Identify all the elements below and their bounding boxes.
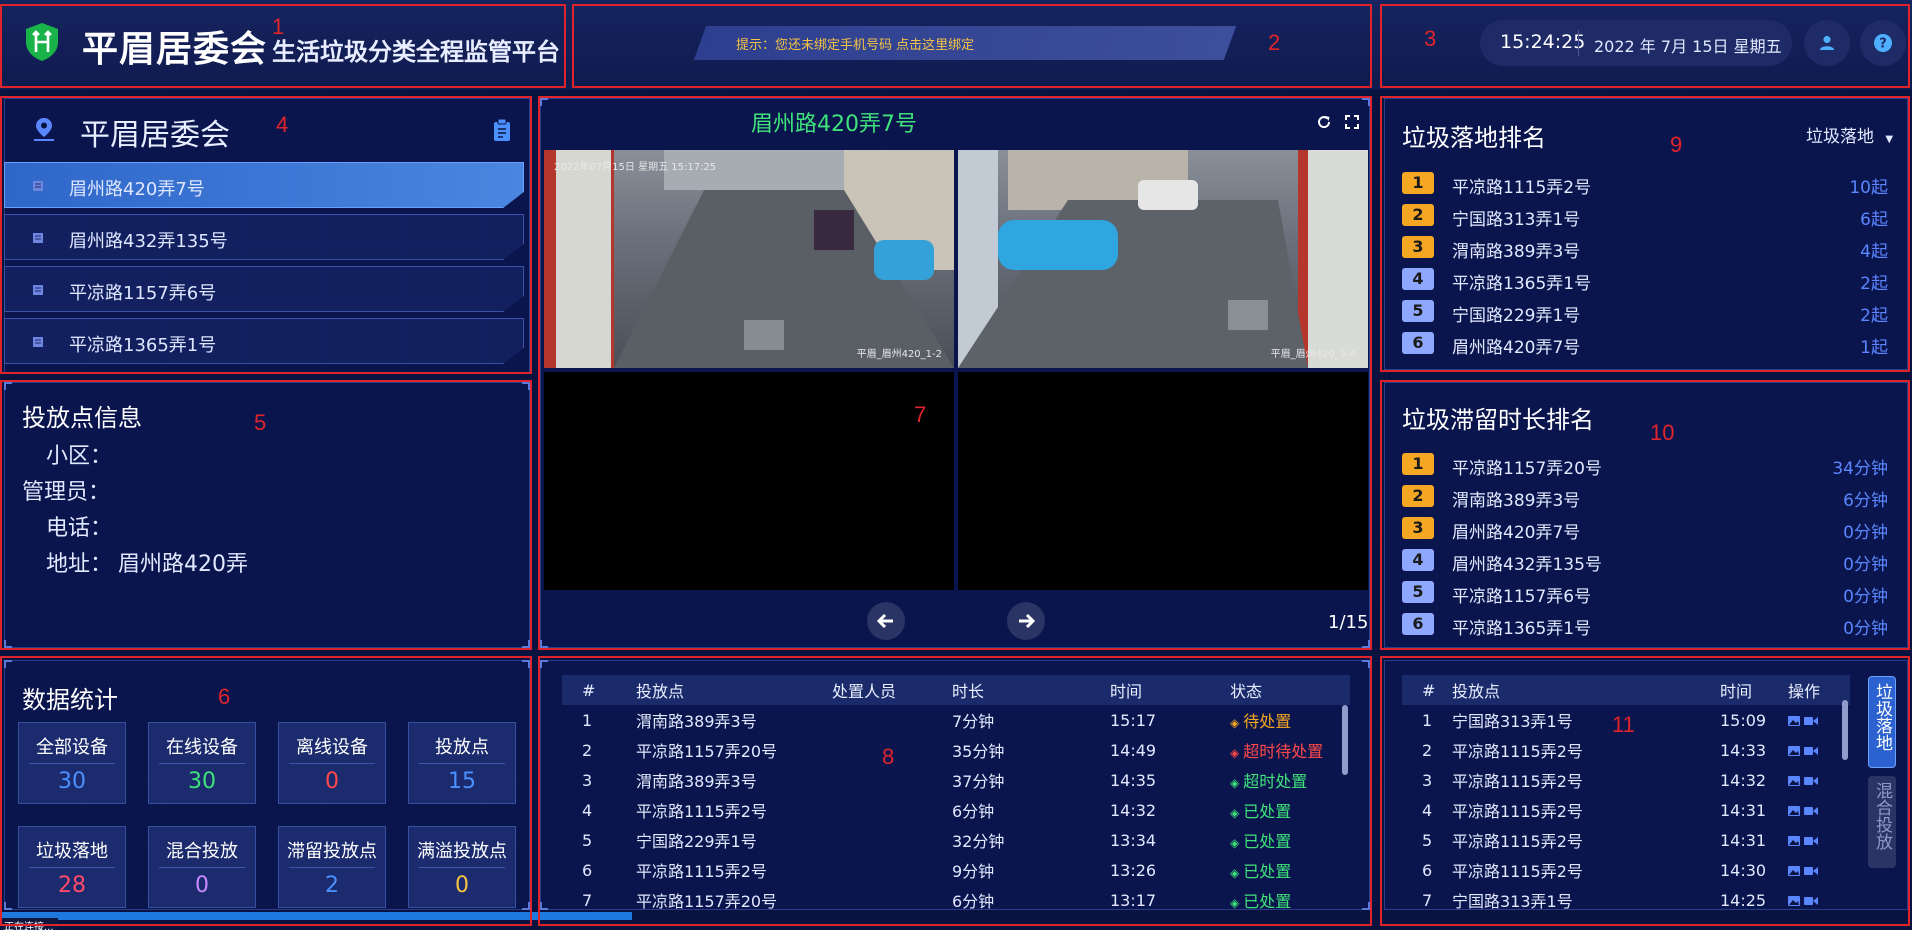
annotation-box-7 xyxy=(538,96,1372,650)
annotation-label-4: 4 xyxy=(276,112,289,137)
annotation-label-7: 7 xyxy=(914,402,927,427)
annotation-label-2: 2 xyxy=(1268,30,1281,55)
annotation-box-10 xyxy=(1380,380,1910,650)
annotation-box-6 xyxy=(0,656,532,926)
annotation-label-3: 3 xyxy=(1424,26,1437,51)
annotation-box-2 xyxy=(572,4,1372,88)
annotation-box-11 xyxy=(1380,656,1910,926)
annotation-box-3 xyxy=(1380,4,1910,88)
annotation-box-4 xyxy=(0,96,532,374)
annotation-label-5: 5 xyxy=(254,410,267,435)
annotation-box-9 xyxy=(1380,96,1910,372)
annotation-label-1: 1 xyxy=(272,14,285,39)
annotation-label-9: 9 xyxy=(1670,132,1683,157)
annotation-label-8: 8 xyxy=(882,744,895,769)
annotation-label-6: 6 xyxy=(218,684,231,709)
annotation-box-8 xyxy=(538,656,1372,926)
annotation-label-11: 11 xyxy=(1612,712,1635,737)
annotation-label-10: 10 xyxy=(1650,420,1675,445)
